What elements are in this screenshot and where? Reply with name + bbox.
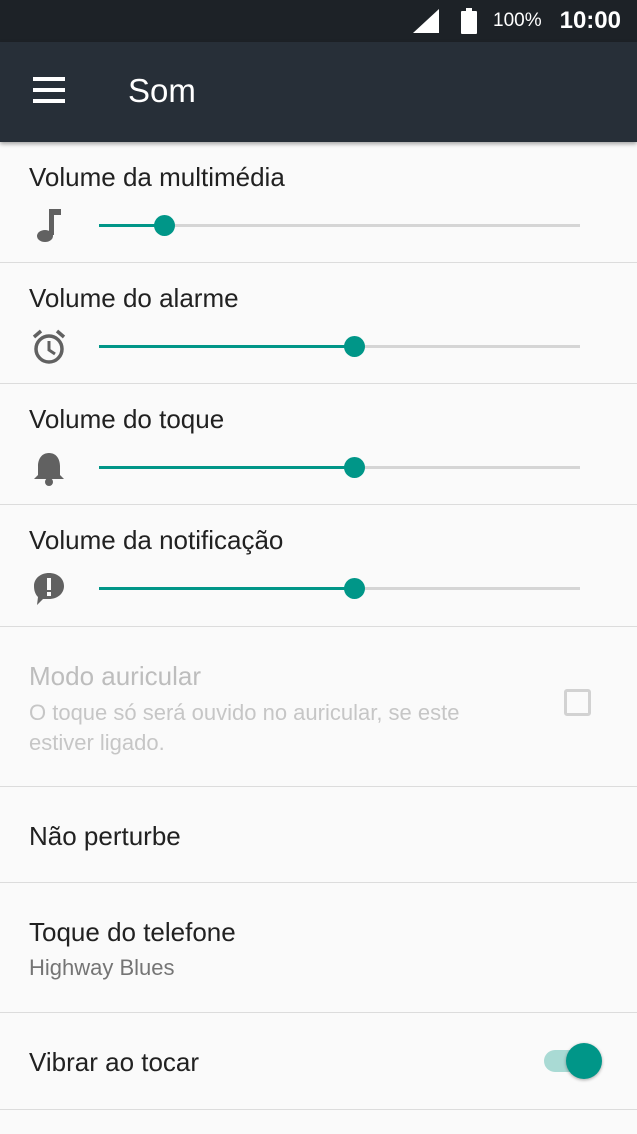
media-volume-label: Volume da multimédia (29, 162, 285, 192)
earpiece-mode-description-line1: O toque só será ouvido no auricular, se … (29, 700, 460, 725)
alarm-volume-row: Volume do alarme (0, 263, 637, 384)
earpiece-mode-description-line2: estiver ligado. (29, 730, 165, 755)
notification-volume-label: Volume da notificação (29, 525, 284, 555)
clock: 10:00 (559, 7, 621, 34)
app-toolbar: Som (0, 42, 637, 142)
battery-percentage: 100% (493, 10, 542, 31)
phone-ringtone-row[interactable]: Toque do telefone Highway Blues (0, 883, 637, 1013)
notification-volume-slider[interactable] (99, 577, 580, 601)
do-not-disturb-label: Não perturbe (29, 821, 181, 851)
earpiece-mode-checkbox (564, 689, 591, 716)
phone-ringtone-value: Highway Blues (29, 955, 175, 980)
bell-icon (34, 453, 64, 486)
menu-icon[interactable] (30, 77, 68, 107)
slider-thumb[interactable] (343, 578, 365, 599)
earpiece-mode-label: Modo auricular (29, 661, 201, 691)
ringtone-volume-slider[interactable] (99, 456, 580, 480)
media-volume-row: Volume da multimédia (0, 142, 637, 263)
page-title: Som (128, 72, 196, 109)
vibrate-row[interactable]: Vibrar ao tocar (0, 1013, 637, 1110)
vibrate-label: Vibrar ao tocar (29, 1047, 200, 1077)
ringtone-volume-label: Volume do toque (29, 404, 225, 434)
status-bar: 100% 10:00 (0, 0, 637, 42)
alarm-clock-icon (32, 329, 66, 364)
signal-icon (413, 9, 439, 33)
slider-thumb[interactable] (153, 215, 175, 236)
do-not-disturb-row[interactable]: Não perturbe (0, 787, 637, 883)
notification-volume-row: Volume da notificação (0, 505, 637, 627)
slider-thumb[interactable] (343, 336, 365, 357)
media-volume-slider[interactable] (99, 214, 580, 238)
battery-icon (461, 8, 477, 34)
alarm-volume-label: Volume do alarme (29, 283, 239, 313)
alarm-volume-slider[interactable] (99, 335, 580, 359)
slider-thumb[interactable] (343, 457, 365, 478)
music-note-icon (37, 209, 61, 242)
vibrate-toggle[interactable] (544, 1040, 606, 1082)
phone-ringtone-label: Toque do telefone (29, 917, 236, 947)
earpiece-mode-row: Modo auricular O toque só será ouvido no… (0, 627, 637, 787)
ringtone-volume-row: Volume do toque (0, 384, 637, 505)
notification-alert-icon (34, 573, 64, 605)
